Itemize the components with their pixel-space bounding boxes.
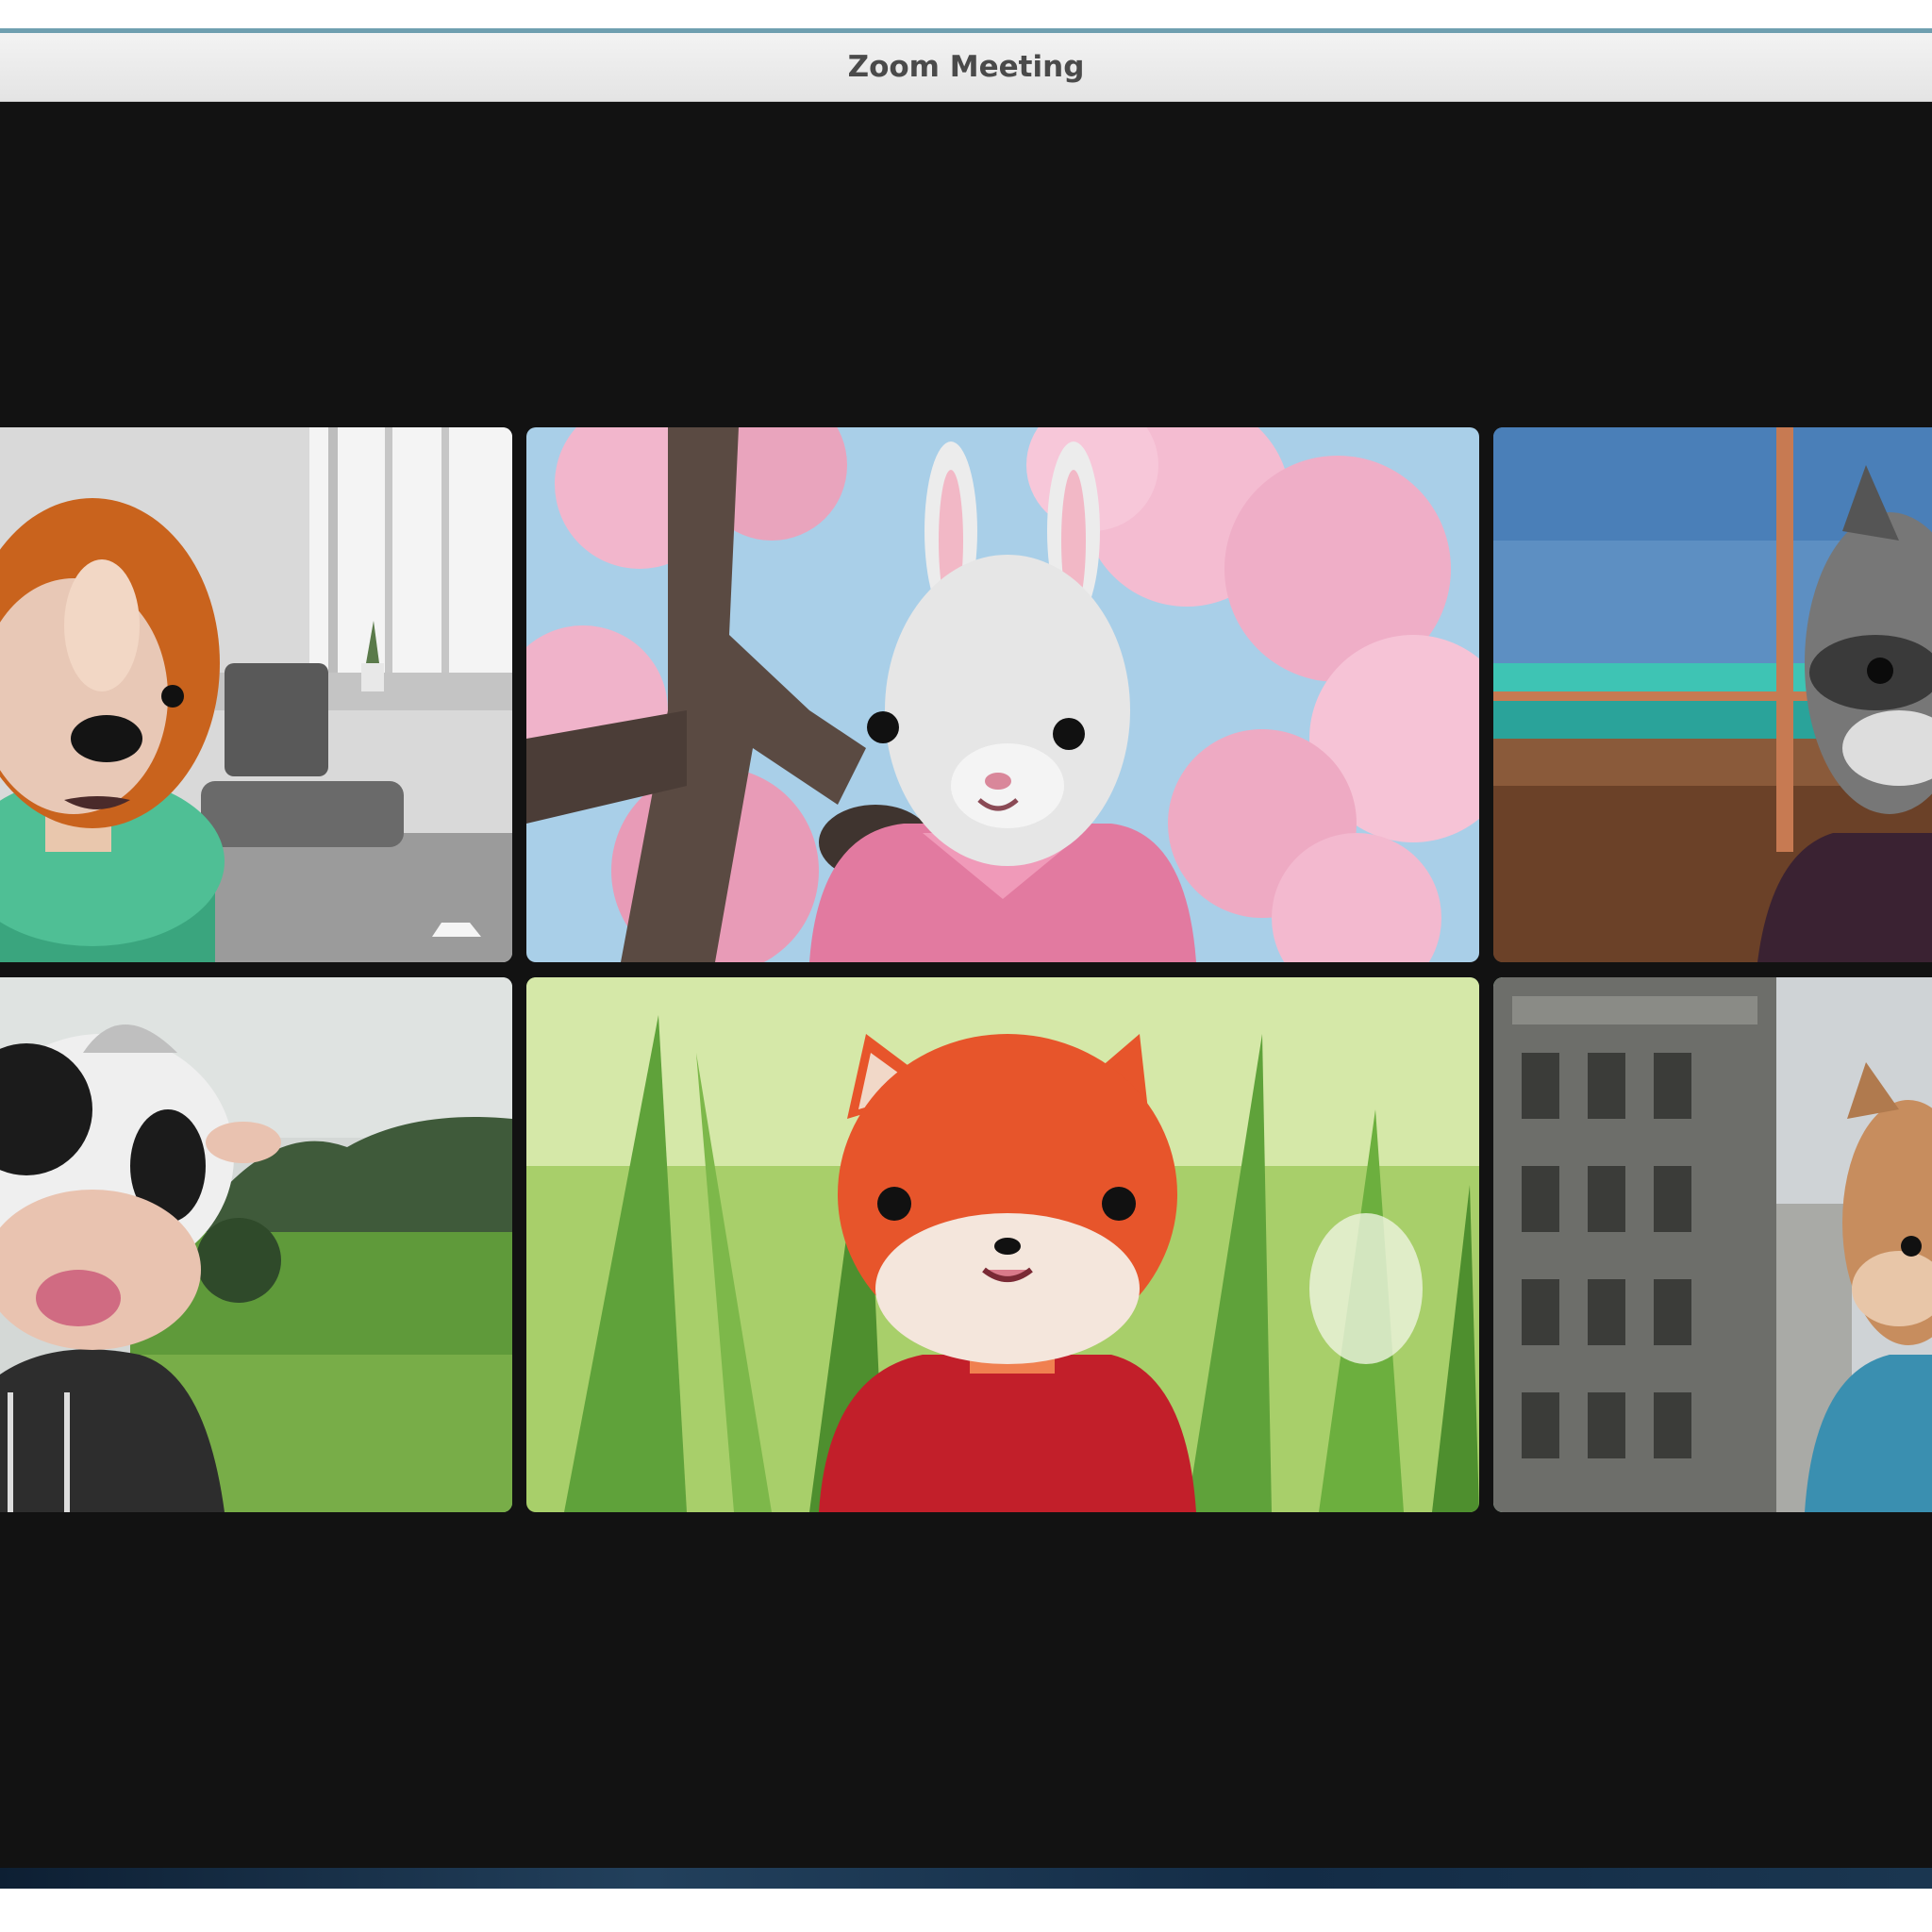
dog-avatar-icon: [0, 427, 512, 962]
participant-tile-rabbit[interactable]: [526, 427, 1479, 962]
rabbit-avatar-icon: [526, 427, 1479, 962]
participant-tile-cat[interactable]: [1493, 977, 1932, 1512]
title-bar[interactable]: Zoom Meeting: [0, 33, 1932, 102]
participant-tile-dog[interactable]: [0, 427, 512, 962]
participant-tile-fox[interactable]: [526, 977, 1479, 1512]
video-stage: [0, 102, 1932, 1887]
cow-avatar-icon: [0, 977, 512, 1512]
fox-avatar-icon: [526, 977, 1479, 1512]
participant-tile-raccoon[interactable]: [1493, 427, 1932, 962]
participant-tile-cow[interactable]: [0, 977, 512, 1512]
cat-avatar-icon: [1493, 977, 1932, 1512]
desktop-background-strip: [0, 1868, 1932, 1889]
window-title: Zoom Meeting: [847, 50, 1085, 84]
raccoon-avatar-icon: [1493, 427, 1932, 962]
